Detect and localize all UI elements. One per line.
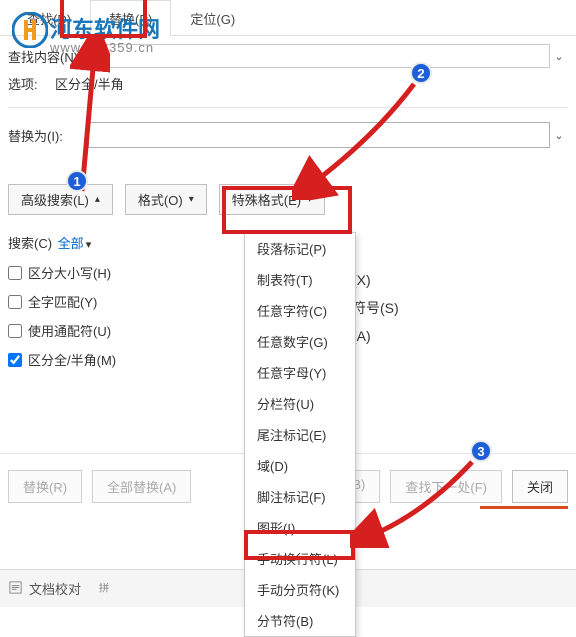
opt-x: (X) xyxy=(352,266,399,294)
proofread-icon xyxy=(8,580,23,598)
check-wildcard-label: 使用通配符(U) xyxy=(28,321,111,340)
format-button[interactable]: 格式(O) ▾ xyxy=(125,184,207,215)
down-caret-icon: ▾ xyxy=(86,239,92,251)
menu-field[interactable]: 域(D) xyxy=(245,450,355,481)
hidden-options: (X) 符号(S) (A) xyxy=(352,266,399,350)
menu-tab[interactable]: 制表符(T) xyxy=(245,264,355,295)
menu-paragraph-mark[interactable]: 段落标记(P) xyxy=(245,233,355,264)
pinyin-tool[interactable]: 拼 xyxy=(97,580,112,598)
replace-history-dropdown[interactable]: ⌄ xyxy=(550,129,568,142)
search-label: 搜索(C) xyxy=(8,236,52,251)
button-row: 高级搜索(L) ▴ 格式(O) ▾ 特殊格式(E) ▾ xyxy=(0,156,576,223)
advanced-search-label: 高级搜索(L) xyxy=(21,190,89,209)
search-scope-select[interactable]: 全部 xyxy=(58,236,84,251)
replace-label: 替换为(I): xyxy=(8,126,88,145)
opt-symbol: 符号(S) xyxy=(352,294,399,322)
annotation-badge-1: 1 xyxy=(66,170,88,192)
replace-row: 替换为(I): ⌄ xyxy=(0,122,576,156)
menu-any-letter[interactable]: 任意字母(Y) xyxy=(245,357,355,388)
menu-endnote-mark[interactable]: 尾注标记(E) xyxy=(245,419,355,450)
separator xyxy=(8,107,568,108)
up-caret-icon: ▴ xyxy=(95,194,100,205)
opt-a: (A) xyxy=(352,322,399,350)
svg-text:拼: 拼 xyxy=(99,581,109,594)
tab-goto[interactable]: 定位(G) xyxy=(171,0,254,35)
site-url: www.pc0359.cn xyxy=(50,40,154,55)
menu-page-break[interactable]: 手动分页符(K) xyxy=(245,574,355,605)
special-format-label: 特殊格式(E) xyxy=(232,190,301,209)
check-case-label: 区分大小写(H) xyxy=(28,263,111,282)
find-history-dropdown[interactable]: ⌄ xyxy=(550,50,568,63)
find-input[interactable] xyxy=(98,44,550,68)
menu-any-char[interactable]: 任意字符(C) xyxy=(245,295,355,326)
check-width-label: 区分全/半角(M) xyxy=(28,350,116,369)
options-value: 区分全/半角 xyxy=(55,74,568,93)
menu-footnote-mark[interactable]: 脚注标记(F) xyxy=(245,481,355,512)
options-row: 选项: 区分全/半角 xyxy=(0,72,576,101)
annotation-badge-2: 2 xyxy=(410,62,432,84)
replace-button[interactable]: 替换(R) xyxy=(8,470,82,503)
site-logo xyxy=(12,12,48,53)
pinyin-icon: 拼 xyxy=(97,580,112,598)
replace-input[interactable] xyxy=(88,122,550,148)
close-button[interactable]: 关闭 xyxy=(512,470,568,503)
proofread-tool[interactable]: 文档校对 xyxy=(8,579,81,598)
progress-underline xyxy=(480,506,568,509)
advanced-search-button[interactable]: 高级搜索(L) ▴ xyxy=(8,184,113,215)
find-next-button[interactable]: 查找下一处(F) xyxy=(390,470,502,503)
check-whole-label: 全字匹配(Y) xyxy=(28,292,97,311)
menu-line-break[interactable]: 手动换行符(L) xyxy=(245,543,355,574)
special-format-button[interactable]: 特殊格式(E) ▾ xyxy=(219,184,325,215)
menu-column-break[interactable]: 分栏符(U) xyxy=(245,388,355,419)
down-caret-icon: ▾ xyxy=(189,194,194,205)
menu-section-break[interactable]: 分节符(B) xyxy=(245,605,355,636)
down-caret-icon: ▾ xyxy=(307,194,312,205)
proofread-label: 文档校对 xyxy=(29,579,81,598)
special-format-dropdown: 段落标记(P) 制表符(T) 任意字符(C) 任意数字(G) 任意字母(Y) 分… xyxy=(244,232,356,637)
replace-all-button[interactable]: 全部替换(A) xyxy=(92,470,191,503)
menu-any-digit[interactable]: 任意数字(G) xyxy=(245,326,355,357)
format-label: 格式(O) xyxy=(138,190,183,209)
options-label: 选项: xyxy=(8,74,55,93)
menu-graphic[interactable]: 图形(I) xyxy=(245,512,355,543)
annotation-badge-3: 3 xyxy=(470,440,492,462)
